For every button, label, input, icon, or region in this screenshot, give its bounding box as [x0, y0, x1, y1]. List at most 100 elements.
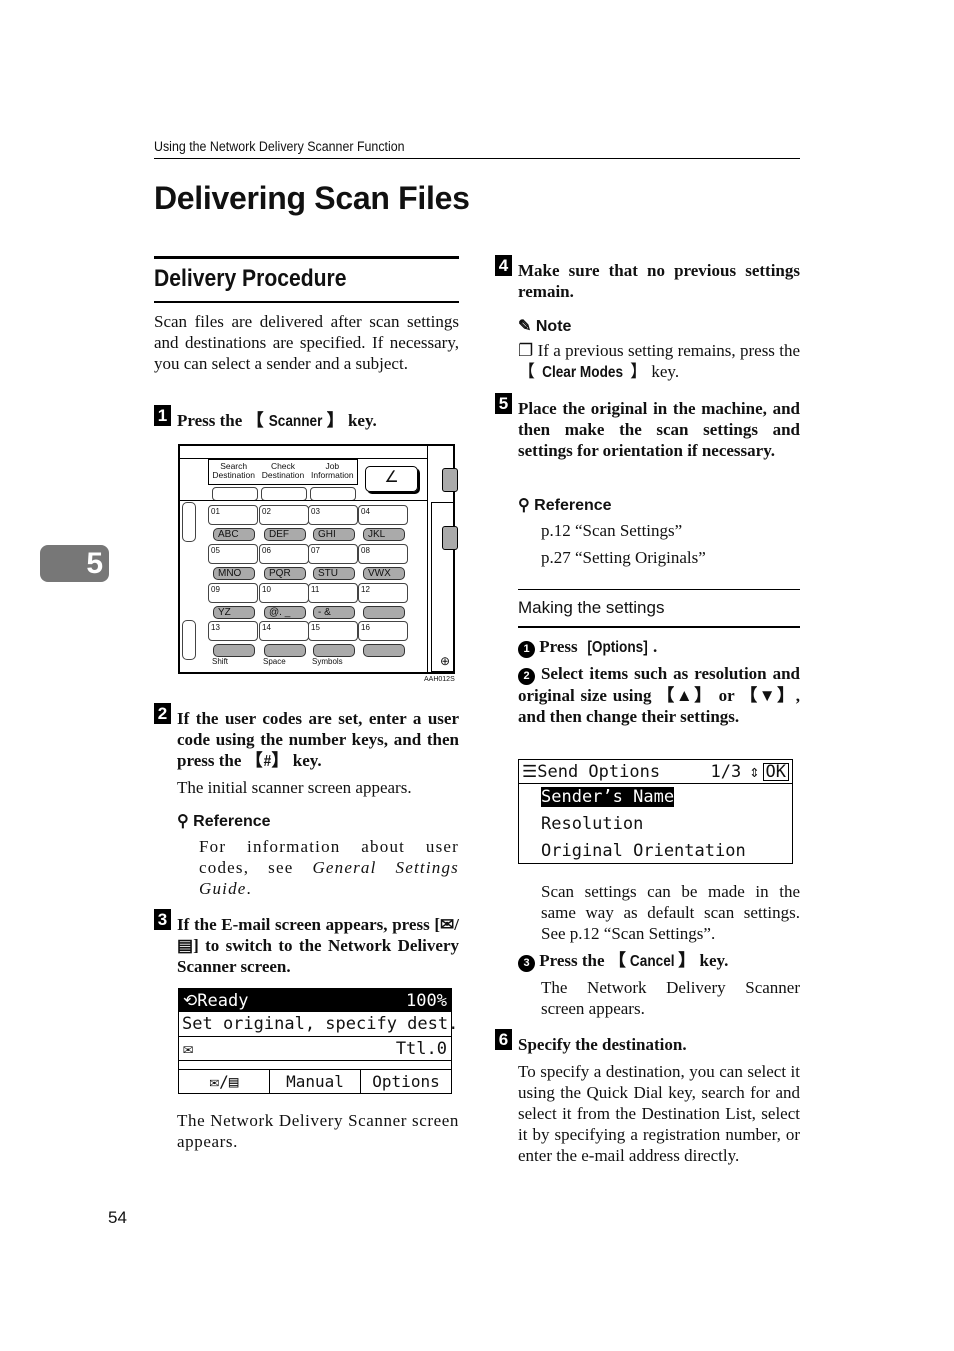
note-pre: If a previous setting remains, press the: [537, 341, 801, 360]
step-6-badge: 6: [495, 1029, 512, 1050]
letter-key-abc[interactable]: ABC: [213, 528, 255, 541]
lcd-status-text: Ready: [197, 990, 249, 1011]
quick-dial-15[interactable]: 15: [308, 621, 358, 641]
lcd-options-page: 1/3: [710, 761, 742, 782]
reference-link-setting-originals[interactable]: p.27 “Setting Originals”: [541, 547, 706, 568]
step-5-text: Place the original in the machine, and t…: [518, 399, 800, 460]
step-1-badge: 1: [154, 405, 171, 426]
reference-label-2: Reference: [534, 497, 612, 514]
subsection-bottom-rule: [518, 626, 800, 628]
clear-modes-key: Clear Modes: [542, 364, 624, 381]
letter-key-yz[interactable]: YZ: [213, 606, 255, 619]
reference-link-scan-settings[interactable]: p.12 “Scan Settings”: [541, 520, 682, 541]
quick-dial-10[interactable]: 10: [259, 583, 309, 603]
letter-key-vwx[interactable]: VWX: [363, 567, 405, 580]
ok-button[interactable]: OK: [762, 762, 789, 781]
substep-2-number: 2: [518, 668, 535, 685]
option-item-label: Original Orientation: [541, 841, 746, 861]
reference-heading-1: ⚲ Reference: [177, 811, 271, 831]
after-lcd-text: Scan settings can be made in the same wa…: [541, 882, 800, 943]
quick-dial-12[interactable]: 12: [358, 583, 408, 603]
option-item[interactable]: Resolution: [519, 811, 792, 838]
step-2-body: The initial scanner screen appears.: [177, 778, 412, 797]
substep-3-body: The Network Delivery Scanner screen appe…: [541, 978, 800, 1018]
up-down-icon[interactable]: ⇕: [749, 762, 759, 782]
search-destination-button[interactable]: [212, 487, 258, 501]
note-post: key.: [647, 362, 680, 381]
page-number: 54: [108, 1208, 127, 1227]
substep-1: 1 Press [Options].: [518, 636, 800, 658]
quick-dial-02[interactable]: 02: [259, 505, 309, 525]
manual-button[interactable]: Manual: [270, 1070, 361, 1094]
letter-key-ghi[interactable]: GHI: [313, 528, 355, 541]
email-scanner-toggle-button[interactable]: ✉/▤: [179, 1070, 270, 1094]
options-button[interactable]: Options: [361, 1070, 451, 1094]
quick-dial-08[interactable]: 08: [358, 544, 408, 564]
search-destination-label: Search Destination: [212, 461, 255, 480]
job-information-label: Job Information: [311, 461, 354, 480]
option-item-label: Resolution: [541, 814, 644, 834]
quick-dial-09[interactable]: 09: [208, 583, 258, 603]
lcd-options-list: Sender’s Name Resolution Original Orientat…: [519, 784, 792, 865]
check-destination-button[interactable]: [261, 487, 307, 501]
lcd-status: ⟲Ready: [183, 991, 248, 1011]
step-3-body: The Network Delivery Scanner screen appe…: [177, 1111, 459, 1151]
substep-2-text: Select items such as resolution and orig…: [518, 664, 800, 726]
options-key: [Options]: [587, 639, 648, 656]
blank-key[interactable]: [363, 644, 405, 657]
step-2-text: If the user codes are set, enter a user …: [177, 709, 459, 770]
step-3-text-b: ] to switch to the Network Delivery Scan…: [177, 936, 459, 976]
step-6-text: Specify the destination.: [518, 1035, 687, 1054]
option-item-label: Sender’s Name: [541, 787, 675, 807]
quick-dial-05[interactable]: 05: [208, 544, 258, 564]
symbols-key[interactable]: [313, 644, 355, 657]
lcd-options-header: ☰ Send Options 1/3 ⇕ OK: [519, 760, 792, 784]
substep-1-pre: Press: [539, 637, 582, 656]
left-bracket-bottom: [182, 620, 196, 660]
quick-dial-16[interactable]: 16: [358, 621, 408, 641]
left-bracket-top: [182, 502, 196, 542]
lcd-options-title: Send Options: [537, 761, 661, 782]
step-4-badge: 4: [495, 255, 512, 276]
letter-key-mno[interactable]: MNO: [213, 567, 255, 580]
quick-dial-13[interactable]: 13: [208, 621, 258, 641]
substep-3-post: key.: [695, 951, 729, 970]
option-item[interactable]: Original Orientation: [519, 838, 792, 865]
quick-dial-06[interactable]: 06: [259, 544, 309, 564]
letter-key-jkl[interactable]: JKL: [363, 528, 405, 541]
lcd-message: Set original, specify dest.: [179, 1012, 458, 1037]
quick-dial-11[interactable]: 11: [308, 583, 358, 603]
enter-icon: ⊕: [440, 654, 451, 668]
pencil-icon: ✎: [518, 318, 532, 335]
side-key-1[interactable]: [442, 468, 458, 492]
scanner-key: Scanner: [268, 413, 322, 430]
job-information-button[interactable]: [310, 487, 356, 501]
user-tools-button[interactable]: ∠: [365, 466, 418, 492]
shift-key[interactable]: [213, 644, 255, 657]
quick-dial-03[interactable]: 03: [308, 505, 358, 525]
quick-dial-04[interactable]: 04: [358, 505, 408, 525]
step-6-body: To specify a destination, you can select…: [518, 1062, 800, 1165]
quick-dial-01[interactable]: 01: [208, 505, 258, 525]
side-key-2[interactable]: [442, 526, 458, 550]
panel-top-strip: [180, 446, 427, 459]
bottom-key-label: Shift: [212, 657, 229, 666]
letter-key-def[interactable]: DEF: [264, 528, 306, 541]
letter-key-blank[interactable]: [363, 606, 405, 619]
quick-dial-14[interactable]: 14: [259, 621, 309, 641]
step-3-text-a: If the E-mail screen appears, press [: [177, 915, 441, 934]
option-item[interactable]: Sender’s Name: [519, 784, 792, 811]
letter-key-pqr[interactable]: PQR: [264, 567, 306, 580]
space-key[interactable]: [264, 644, 306, 657]
step-1-pre: Press the: [177, 411, 247, 430]
letter-key-stu[interactable]: STU: [313, 567, 355, 580]
top-button-labels: Search Destination Check Destination Job…: [208, 459, 358, 485]
letter-key--[interactable]: @. _: [264, 606, 306, 619]
quick-dial-07[interactable]: 07: [308, 544, 358, 564]
email-icon: ✉: [183, 1038, 194, 1059]
note-label: Note: [535, 318, 572, 335]
running-head: Using the Network Delivery Scanner Funct…: [154, 139, 405, 154]
letter-key--[interactable]: - &: [313, 606, 355, 619]
substep-1-number: 1: [518, 641, 535, 658]
reference-text-1-end: .: [246, 879, 252, 898]
